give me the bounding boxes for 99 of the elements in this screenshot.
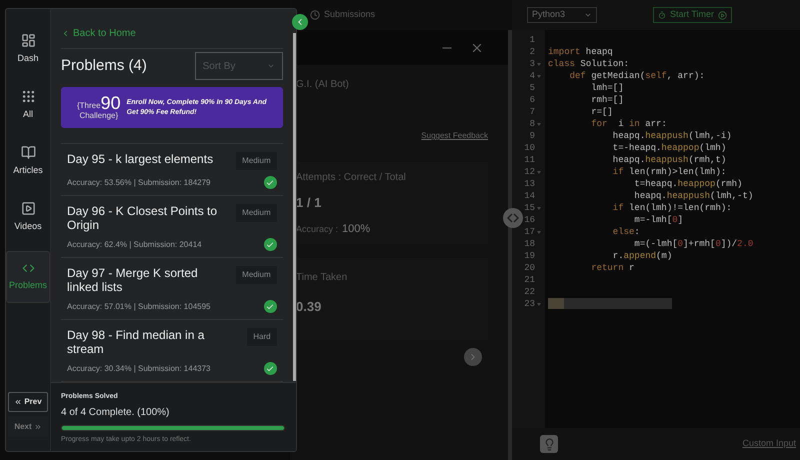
difficulty-tag: Medium [236,204,277,222]
code-line: lmh=[] [590,82,624,94]
clock-icon [310,10,320,20]
code-icon [20,262,36,274]
fold-icon[interactable] [537,122,541,126]
line-number: 22 [524,286,535,298]
fold-icon[interactable] [537,74,541,78]
time-value: 0.39 [296,298,322,316]
attempts-value: 1 / 1 [296,194,322,212]
code-line: heapq.heappush(rmh,t) [612,154,726,166]
line-number: 10 [524,142,535,154]
lightbulb-icon [542,438,556,450]
problem-item[interactable]: Day 97 - Merge K sorted linked lists Medium Accuracy: 57.01% | Submission: 104595 [61,258,283,320]
accuracy-label: Accuracy : [296,222,338,236]
line-number: 1 [530,34,535,46]
line-number: 4 [530,70,535,82]
problem-stats: Accuracy: 62.4% | Submission: 20414 [67,238,202,250]
attempts-label: Attempts : Correct / Total [296,171,407,185]
nav-item[interactable]: Articles [6,135,50,191]
nav-item[interactable]: Dash [6,23,50,79]
nav-item[interactable]: Problems [6,251,50,303]
chevrons-left-icon [14,398,22,406]
logo-text: Challenge} [79,110,118,120]
code-line: r=[] [590,106,613,118]
code-line: m=(-lmh[0]+rmh[0])/2.0 [633,238,754,250]
code-line: heapq.heappush(lmh,-t) [633,190,754,202]
problem-item[interactable]: Day 96 - K Closest Points to Origin Medium Accuracy: 62.4% | Submission: 20414 [61,196,283,258]
line-number: 21 [524,274,535,286]
time-label: Time Taken [296,271,348,285]
timer-icon [658,11,666,19]
book-icon [20,145,36,160]
back-to-home-link[interactable]: Back to Home [61,26,283,41]
line-number: 11 [524,154,535,166]
line-number: 6 [530,94,535,106]
code-line: r.append(m) [612,250,672,262]
grid-icon [20,89,36,104]
line-number: 19 [524,250,535,262]
play-icon [20,201,36,216]
chevron-left-icon [61,29,70,38]
resize-icon [507,213,519,223]
fold-icon[interactable] [537,206,541,210]
progress-summary: 4 of 4 Complete. (100%) [61,406,170,420]
caret-icon [266,62,275,70]
line-number: 20 [524,262,535,274]
line-number: 14 [524,190,535,202]
problem-title: Day 97 - Merge K sorted linked lists [67,266,199,294]
accuracy-value: 100% [342,222,370,236]
play-icon [718,10,728,20]
problem-item[interactable]: Day 95 - k largest elements Medium Accuracy: 53.56% | Submission: 184279 [61,144,283,196]
problems-title: Problems (4) [61,56,147,76]
difficulty-tag: Medium [236,266,277,284]
fold-icon[interactable] [537,230,541,234]
line-number: 15 [524,202,535,214]
code-line: if len(rmh)>len(lmh): [612,166,726,178]
line-number: 8 [530,118,535,130]
code-line: t=heapq.heappop(rmh) [633,178,742,190]
nav-item[interactable]: Videos [6,191,50,247]
next-button[interactable] [464,348,482,366]
difficulty-tag: Medium [236,152,277,170]
chevrons-right-icon [34,423,42,431]
line-number: 13 [524,178,535,190]
problem-title: Day 96 - K Closest Points to Origin [67,204,218,232]
dashboard-icon [20,33,36,48]
hint-button[interactable] [540,435,558,453]
logo-number: 90 [100,94,121,110]
chevron-down-icon [584,11,592,19]
code-line: if len(lmh)!=len(rmh): [612,202,732,214]
code-line: class Solution: [548,58,630,70]
line-number: 3 [530,58,535,70]
line-number: 5 [530,82,535,94]
code-line: return r [590,262,634,274]
code-line: heapq.heappush(lmh,-i) [612,130,732,142]
problem-title: Day 95 - k largest elements [67,152,214,168]
line-number: 2 [530,46,535,58]
logo-text: {Three [77,100,101,110]
code-line: def getMedian(self, arr): [568,70,705,82]
line-number: 12 [524,166,535,178]
line-number: 7 [530,106,535,118]
fold-icon[interactable] [537,170,541,174]
problem-stats: Accuracy: 57.01% | Submission: 104595 [67,300,210,312]
line-number: 18 [524,238,535,250]
code-line: m=-lmh[0] [633,214,684,226]
problem-stats: Accuracy: 30.34% | Submission: 144373 [67,362,210,374]
nav-item[interactable]: All [6,79,50,135]
code-line: import heapq [548,46,613,58]
line-number: 17 [524,226,535,238]
line-number: 9 [530,130,535,142]
line-number: 16 [524,214,535,226]
code-line: rmh=[] [590,94,624,106]
fold-icon[interactable] [537,302,541,306]
problem-stats: Accuracy: 53.56% | Submission: 184279 [67,176,210,188]
line-number: 23 [524,298,535,310]
code-line: else: [612,226,640,238]
code-line: t=-heapq.heappop(lmh) [612,142,726,154]
code-line: for i in arr: [590,118,667,130]
prev-button[interactable]: Prev [8,392,48,412]
problem-title: Day 98 - Find median in a stream [67,328,206,356]
difficulty-tag: Hard [247,328,277,346]
fold-icon[interactable] [537,62,541,66]
